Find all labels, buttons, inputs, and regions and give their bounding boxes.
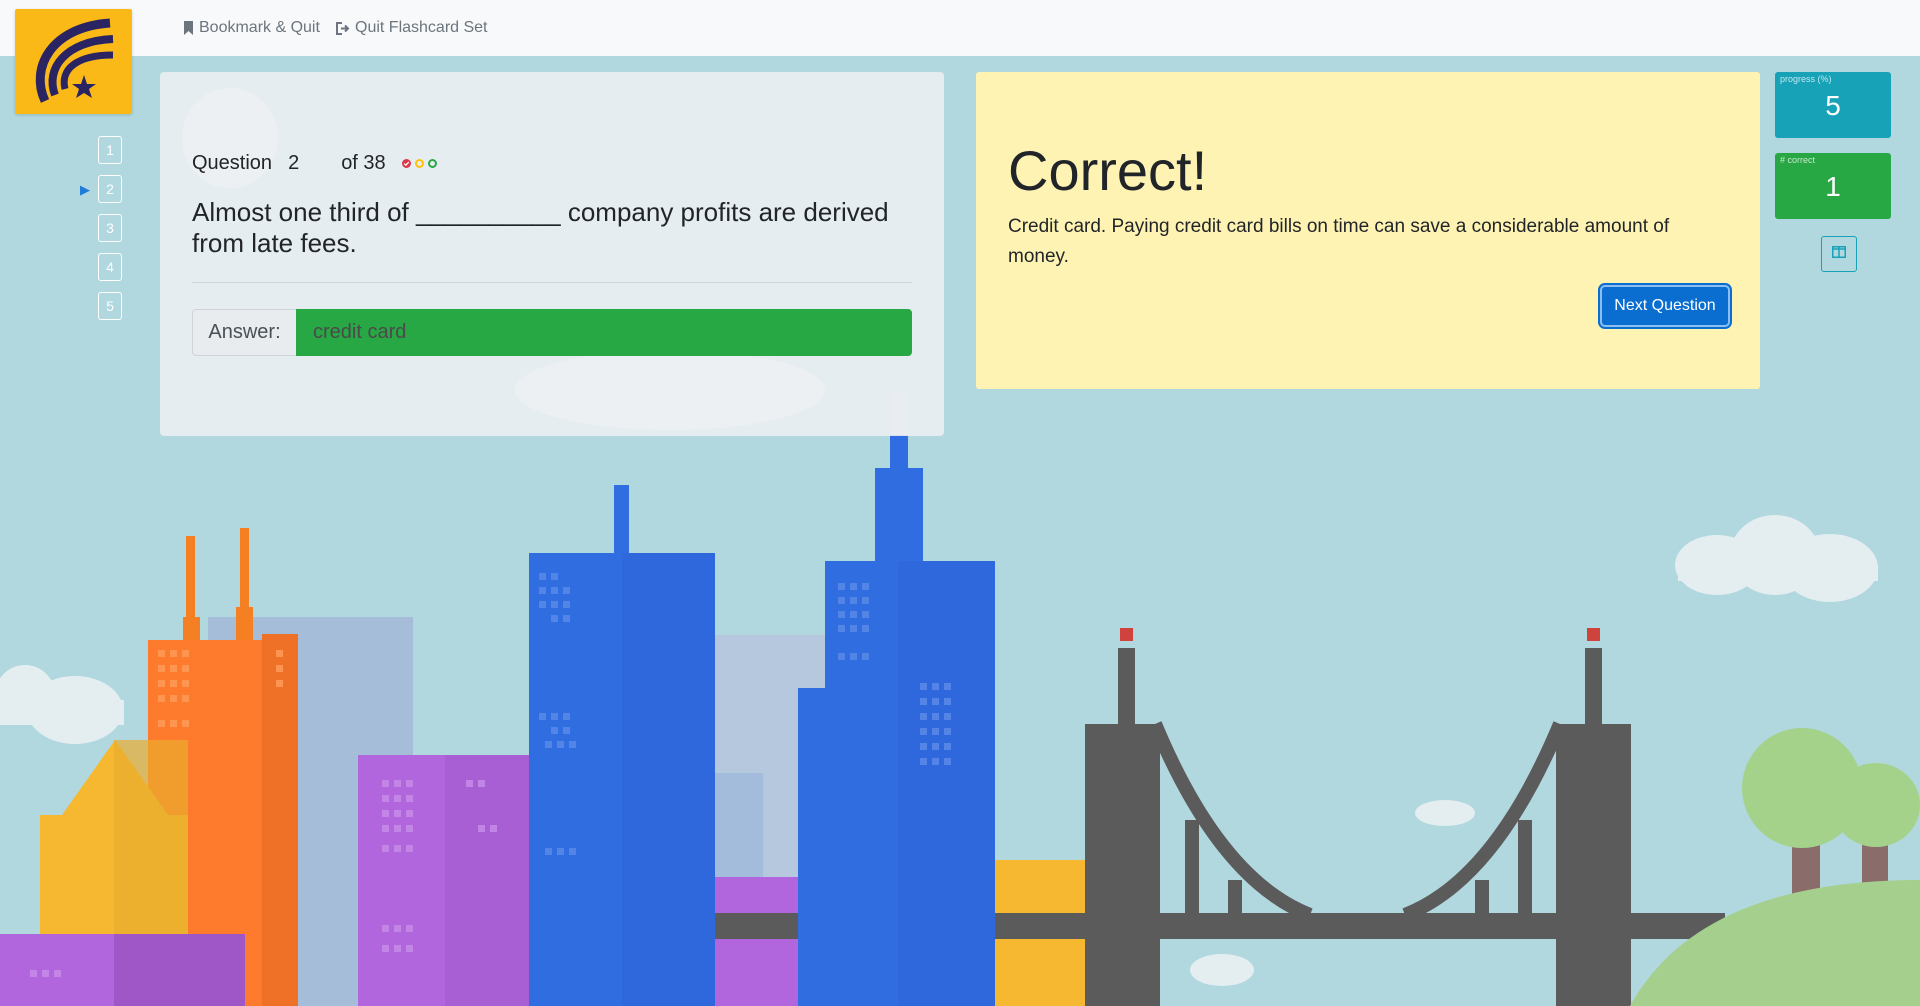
- question-number: 2: [288, 152, 300, 174]
- brand-logo[interactable]: [15, 9, 132, 114]
- bookmark-icon: [183, 21, 194, 35]
- bookmark-quit-label: Bookmark & Quit: [199, 19, 320, 36]
- columns-icon: [1832, 245, 1846, 263]
- next-question-button[interactable]: Next Question: [1600, 285, 1730, 327]
- question-label: Question: [192, 152, 273, 174]
- correct-stat-value: 1: [1825, 171, 1841, 202]
- toggle-layout-button[interactable]: [1821, 236, 1857, 272]
- attempt-indicator: [401, 159, 437, 168]
- progress-stat-label: progress (%): [1780, 74, 1832, 84]
- question-card: Question 2 of 38 Almost one third of ___…: [160, 72, 944, 436]
- quit-set-label: Quit Flashcard Set: [355, 19, 488, 36]
- correct-stat: # correct 1: [1775, 153, 1891, 219]
- sign-out-icon: [336, 21, 350, 35]
- current-question-arrow-icon: ▶: [80, 182, 90, 197]
- check-icon: [401, 159, 411, 168]
- answer-group: Answer: credit card: [192, 309, 912, 356]
- question-nav-item-5[interactable]: 5: [98, 292, 122, 320]
- feedback-explanation: Credit card. Paying credit card bills on…: [1008, 216, 1670, 267]
- question-text: Almost one third of __________ company p…: [192, 197, 889, 258]
- attempt-dot-icon: [414, 159, 424, 168]
- question-header: Question 2 of 38: [192, 152, 437, 175]
- question-total: of 38: [341, 152, 386, 174]
- question-nav-item-3[interactable]: 3: [98, 214, 122, 242]
- feedback-panel: Correct! Credit card. Paying credit card…: [976, 72, 1760, 389]
- divider: [192, 282, 912, 283]
- answer-input[interactable]: credit card: [296, 309, 912, 356]
- question-nav-item-4[interactable]: 4: [98, 253, 122, 281]
- feedback-title: Correct!: [1008, 139, 1208, 202]
- top-navbar: Bookmark & Quit Quit Flashcard Set: [0, 0, 1920, 56]
- progress-stat: progress (%) 5: [1775, 72, 1891, 138]
- quit-set-link[interactable]: Quit Flashcard Set: [336, 19, 488, 37]
- correct-stat-label: # correct: [1780, 155, 1816, 165]
- attempt-dot-icon: [427, 159, 437, 168]
- question-nav-item-1[interactable]: 1: [98, 136, 122, 164]
- progress-stat-value: 5: [1825, 90, 1841, 121]
- answer-label: Answer:: [192, 309, 296, 356]
- bookmark-quit-link[interactable]: Bookmark & Quit: [183, 19, 320, 37]
- question-nav-item-2[interactable]: 2: [98, 175, 122, 203]
